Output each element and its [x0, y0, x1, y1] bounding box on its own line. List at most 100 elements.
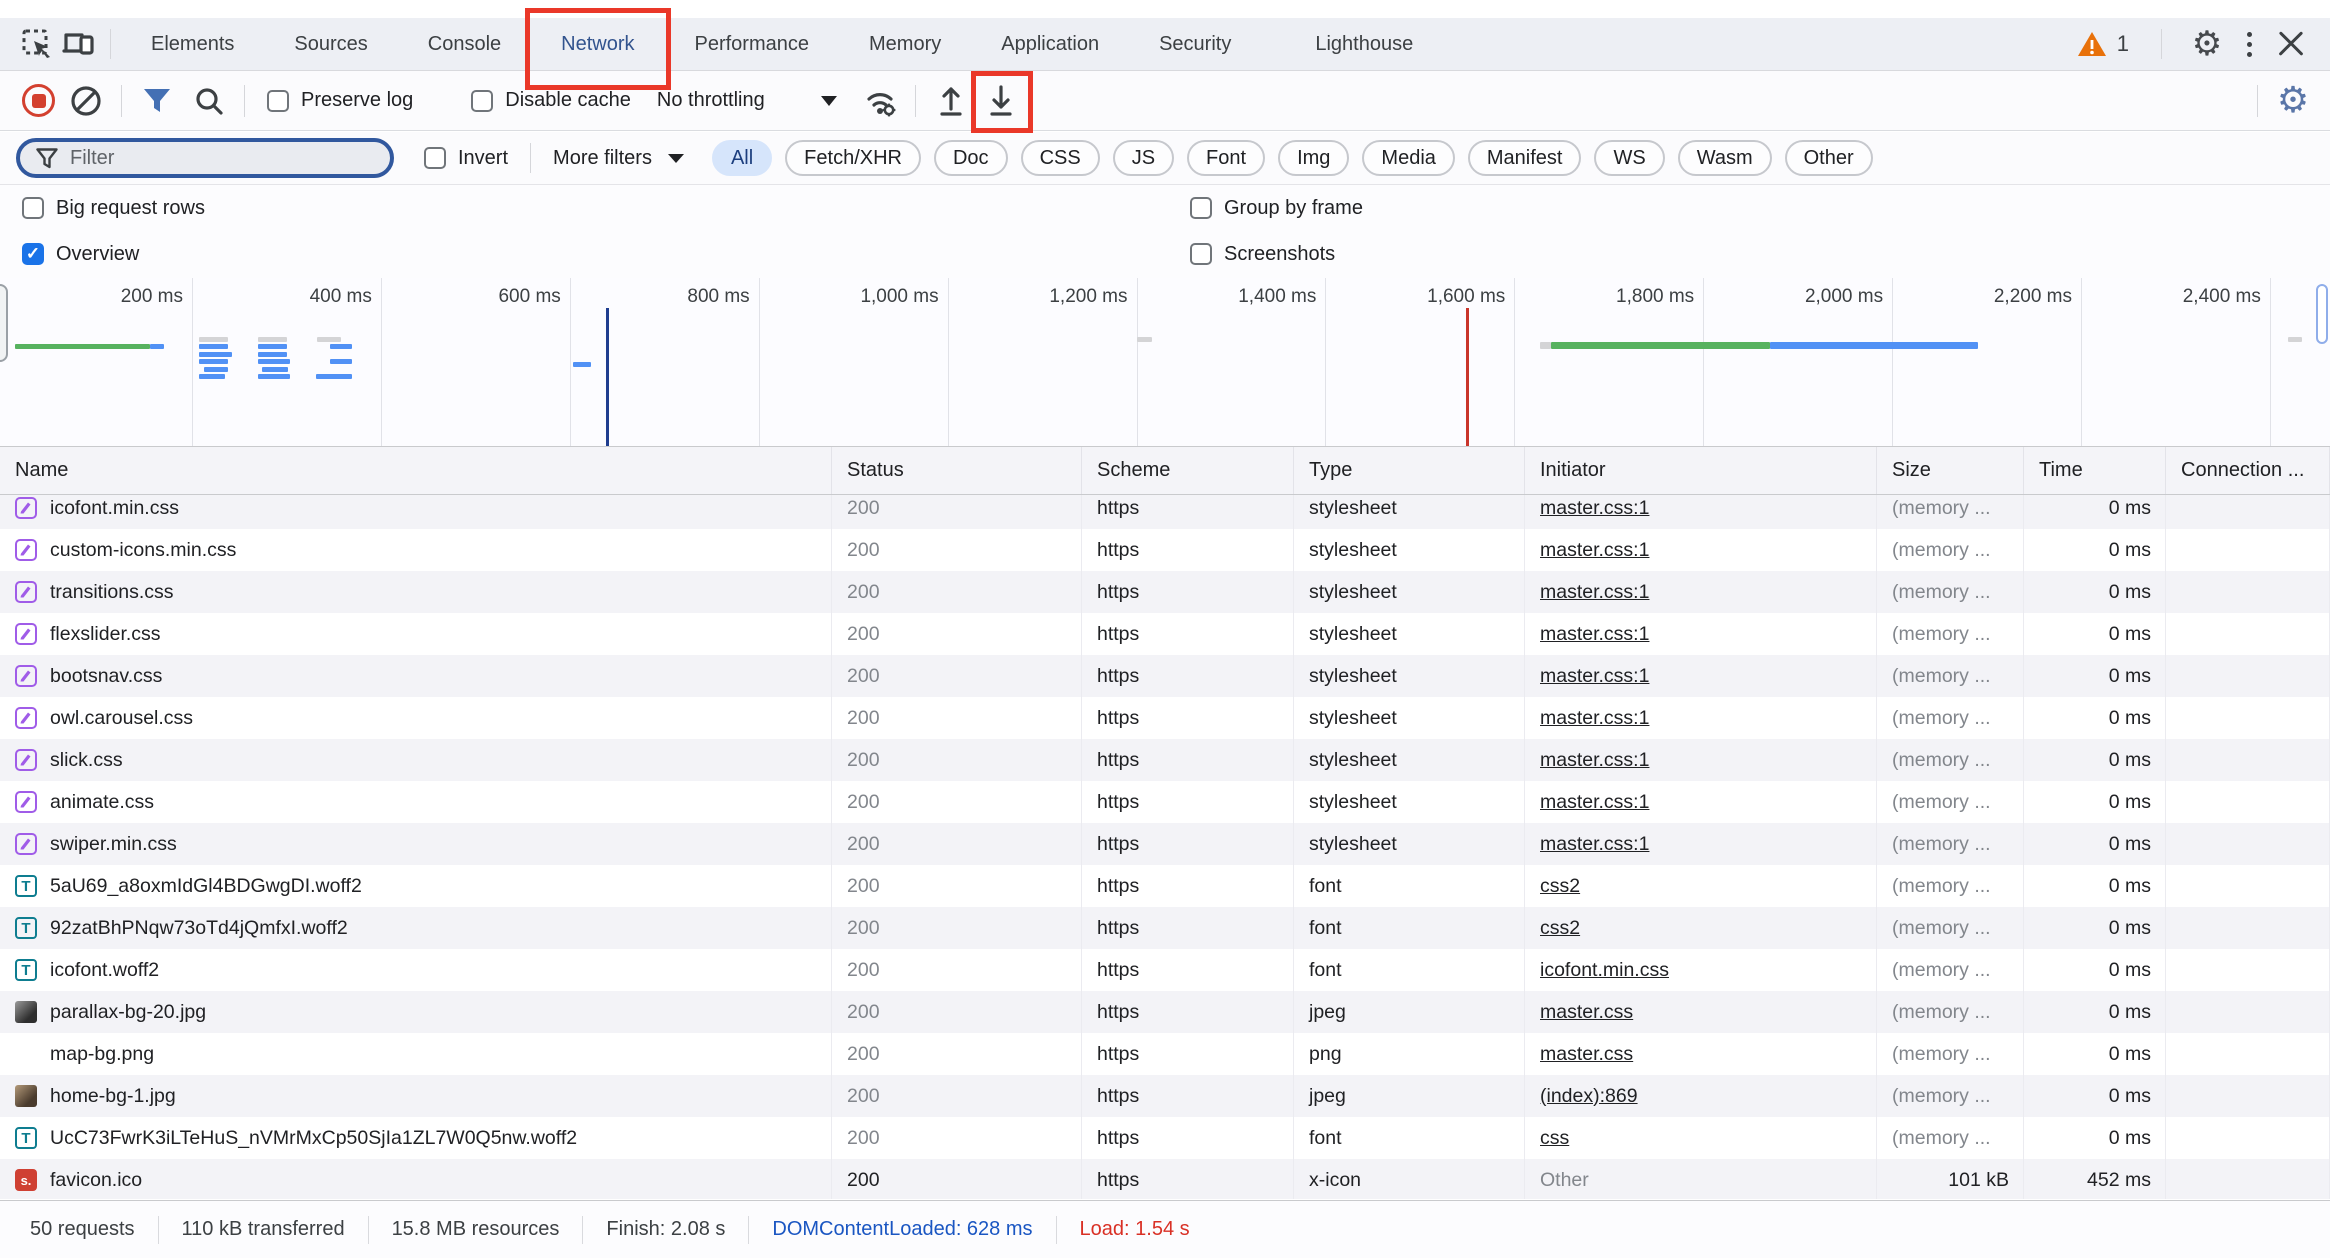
filter-pill-css[interactable]: CSS	[1021, 140, 1100, 176]
cell-initiator[interactable]: (index):869	[1525, 1075, 1877, 1117]
tab-memory[interactable]: Memory	[839, 18, 971, 70]
tab-sources[interactable]: Sources	[264, 18, 397, 70]
initiator-link[interactable]: master.css:1	[1540, 623, 1649, 646]
filter-input[interactable]	[70, 147, 330, 170]
close-devtools-button[interactable]	[2270, 24, 2312, 64]
summary-item[interactable]: DOMContentLoaded: 628 ms	[772, 1218, 1032, 1241]
cell-name[interactable]: parallax-bg-20.jpg	[0, 991, 832, 1033]
cell-name[interactable]: TUcC73FwrK3iLTeHuS_nVMrMxCp50SjIa1ZL7W0Q…	[0, 1117, 832, 1159]
column-header-name[interactable]: Name	[0, 447, 832, 494]
cell-initiator[interactable]: master.css:1	[1525, 739, 1877, 781]
table-row[interactable]: swiper.min.css200httpsstylesheetmaster.c…	[0, 823, 2330, 865]
cell-name[interactable]: custom-icons.min.css	[0, 529, 832, 571]
table-row[interactable]: icofont.min.css200httpsstylesheetmaster.…	[0, 495, 2330, 529]
cell-name[interactable]: animate.css	[0, 781, 832, 823]
initiator-link[interactable]: (index):869	[1540, 1085, 1638, 1108]
cell-name[interactable]: T5aU69_a8oxmIdGl4BDGwgDI.woff2	[0, 865, 832, 907]
initiator-link[interactable]: master.css:1	[1540, 665, 1649, 688]
import-har-button[interactable]	[930, 81, 972, 121]
column-header-type[interactable]: Type	[1294, 447, 1525, 494]
disable-cache-checkbox[interactable]	[471, 90, 493, 112]
table-row[interactable]: T5aU69_a8oxmIdGl4BDGwgDI.woff2200httpsfo…	[0, 865, 2330, 907]
overview-left-drag-handle[interactable]	[0, 284, 8, 362]
table-row[interactable]: s.favicon.ico200httpsx-iconOther101 kB45…	[0, 1159, 2330, 1199]
network-overview-timeline[interactable]: 200 ms400 ms600 ms800 ms1,000 ms1,200 ms…	[0, 278, 2330, 447]
cell-name[interactable]: map-bg.png	[0, 1033, 832, 1075]
cell-initiator[interactable]: css	[1525, 1117, 1877, 1159]
column-header-status[interactable]: Status	[832, 447, 1082, 494]
table-row[interactable]: bootsnav.css200httpsstylesheetmaster.css…	[0, 655, 2330, 697]
cell-initiator[interactable]: css2	[1525, 907, 1877, 949]
tab-application[interactable]: Application	[971, 18, 1129, 70]
screenshots-checkbox[interactable]	[1190, 243, 1212, 265]
overview-scrollbar-thumb[interactable]	[2316, 284, 2328, 344]
initiator-link[interactable]: icofont.min.css	[1540, 959, 1669, 982]
cell-name[interactable]: Ticofont.woff2	[0, 949, 832, 991]
cell-initiator[interactable]: master.css:1	[1525, 697, 1877, 739]
table-row[interactable]: TUcC73FwrK3iLTeHuS_nVMrMxCp50SjIa1ZL7W0Q…	[0, 1117, 2330, 1159]
cell-name[interactable]: swiper.min.css	[0, 823, 832, 865]
table-row[interactable]: parallax-bg-20.jpg200httpsjpegmaster.css…	[0, 991, 2330, 1033]
initiator-link[interactable]: master.css:1	[1540, 497, 1649, 520]
initiator-link[interactable]: master.css:1	[1540, 791, 1649, 814]
table-row[interactable]: slick.css200httpsstylesheetmaster.css:1(…	[0, 739, 2330, 781]
cell-initiator[interactable]: master.css	[1525, 991, 1877, 1033]
issues-warning-badge[interactable]: 1	[2077, 31, 2129, 58]
cell-name[interactable]: slick.css	[0, 739, 832, 781]
table-row[interactable]: custom-icons.min.css200httpsstylesheetma…	[0, 529, 2330, 571]
initiator-link[interactable]: master.css:1	[1540, 581, 1649, 604]
filter-pill-font[interactable]: Font	[1187, 140, 1265, 176]
toggle-device-toolbar-button[interactable]	[58, 24, 100, 64]
tab-network[interactable]: Network	[531, 18, 664, 70]
initiator-link[interactable]: master.css:1	[1540, 749, 1649, 772]
tab-lighthouse[interactable]: Lighthouse	[1285, 18, 1443, 70]
cell-name[interactable]: transitions.css	[0, 571, 832, 613]
table-row[interactable]: home-bg-1.jpg200httpsjpeg(index):869(mem…	[0, 1075, 2330, 1117]
initiator-link[interactable]: master.css:1	[1540, 707, 1649, 730]
filter-pill-manifest[interactable]: Manifest	[1468, 140, 1582, 176]
big-request-rows-checkbox[interactable]	[22, 197, 44, 219]
cell-initiator[interactable]: master.css:1	[1525, 495, 1877, 529]
cell-initiator[interactable]: master.css:1	[1525, 655, 1877, 697]
record-network-log-button[interactable]	[22, 84, 55, 117]
cell-initiator[interactable]: icofont.min.css	[1525, 949, 1877, 991]
column-header-scheme[interactable]: Scheme	[1082, 447, 1294, 494]
summary-item[interactable]: Load: 1.54 s	[1080, 1218, 1190, 1241]
initiator-link[interactable]: css2	[1540, 917, 1580, 940]
clear-network-log-button[interactable]	[65, 81, 107, 121]
table-row[interactable]: animate.css200httpsstylesheetmaster.css:…	[0, 781, 2330, 823]
cell-initiator[interactable]: master.css:1	[1525, 529, 1877, 571]
search-button[interactable]	[188, 81, 230, 121]
cell-name[interactable]: flexslider.css	[0, 613, 832, 655]
column-header-time[interactable]: Time	[2024, 447, 2166, 494]
cell-initiator[interactable]: master.css	[1525, 1033, 1877, 1075]
overview-checkbox[interactable]: ✓	[22, 243, 44, 265]
cell-initiator[interactable]: master.css:1	[1525, 613, 1877, 655]
cell-name[interactable]: bootsnav.css	[0, 655, 832, 697]
tab-security[interactable]: Security	[1129, 18, 1261, 70]
cell-initiator[interactable]: master.css:1	[1525, 571, 1877, 613]
filter-pill-media[interactable]: Media	[1362, 140, 1454, 176]
table-row[interactable]: owl.carousel.css200httpsstylesheetmaster…	[0, 697, 2330, 739]
initiator-link[interactable]: master.css:1	[1540, 833, 1649, 856]
column-header-connection-[interactable]: Connection ...	[2166, 447, 2330, 494]
cell-name[interactable]: icofont.min.css	[0, 495, 832, 529]
table-row[interactable]: Ticofont.woff2200httpsfonticofont.min.cs…	[0, 949, 2330, 991]
cell-name[interactable]: T92zatBhPNqw73oTd4jQmfxI.woff2	[0, 907, 832, 949]
cell-name[interactable]: owl.carousel.css	[0, 697, 832, 739]
network-conditions-button[interactable]	[859, 81, 901, 121]
tab-elements[interactable]: Elements	[121, 18, 264, 70]
invert-checkbox[interactable]	[424, 147, 446, 169]
more-filters-dropdown[interactable]: More filters	[553, 147, 684, 170]
filter-pill-doc[interactable]: Doc	[934, 140, 1008, 176]
initiator-link[interactable]: master.css	[1540, 1001, 1633, 1024]
table-row[interactable]: map-bg.png200httpspngmaster.css(memory .…	[0, 1033, 2330, 1075]
initiator-link[interactable]: css2	[1540, 875, 1580, 898]
filter-pill-ws[interactable]: WS	[1594, 140, 1664, 176]
filter-pill-img[interactable]: Img	[1278, 140, 1349, 176]
cell-initiator[interactable]: master.css:1	[1525, 823, 1877, 865]
initiator-link[interactable]: master.css:1	[1540, 539, 1649, 562]
more-options-button[interactable]	[2228, 24, 2270, 64]
tab-performance[interactable]: Performance	[665, 18, 840, 70]
initiator-link[interactable]: master.css	[1540, 1043, 1633, 1066]
